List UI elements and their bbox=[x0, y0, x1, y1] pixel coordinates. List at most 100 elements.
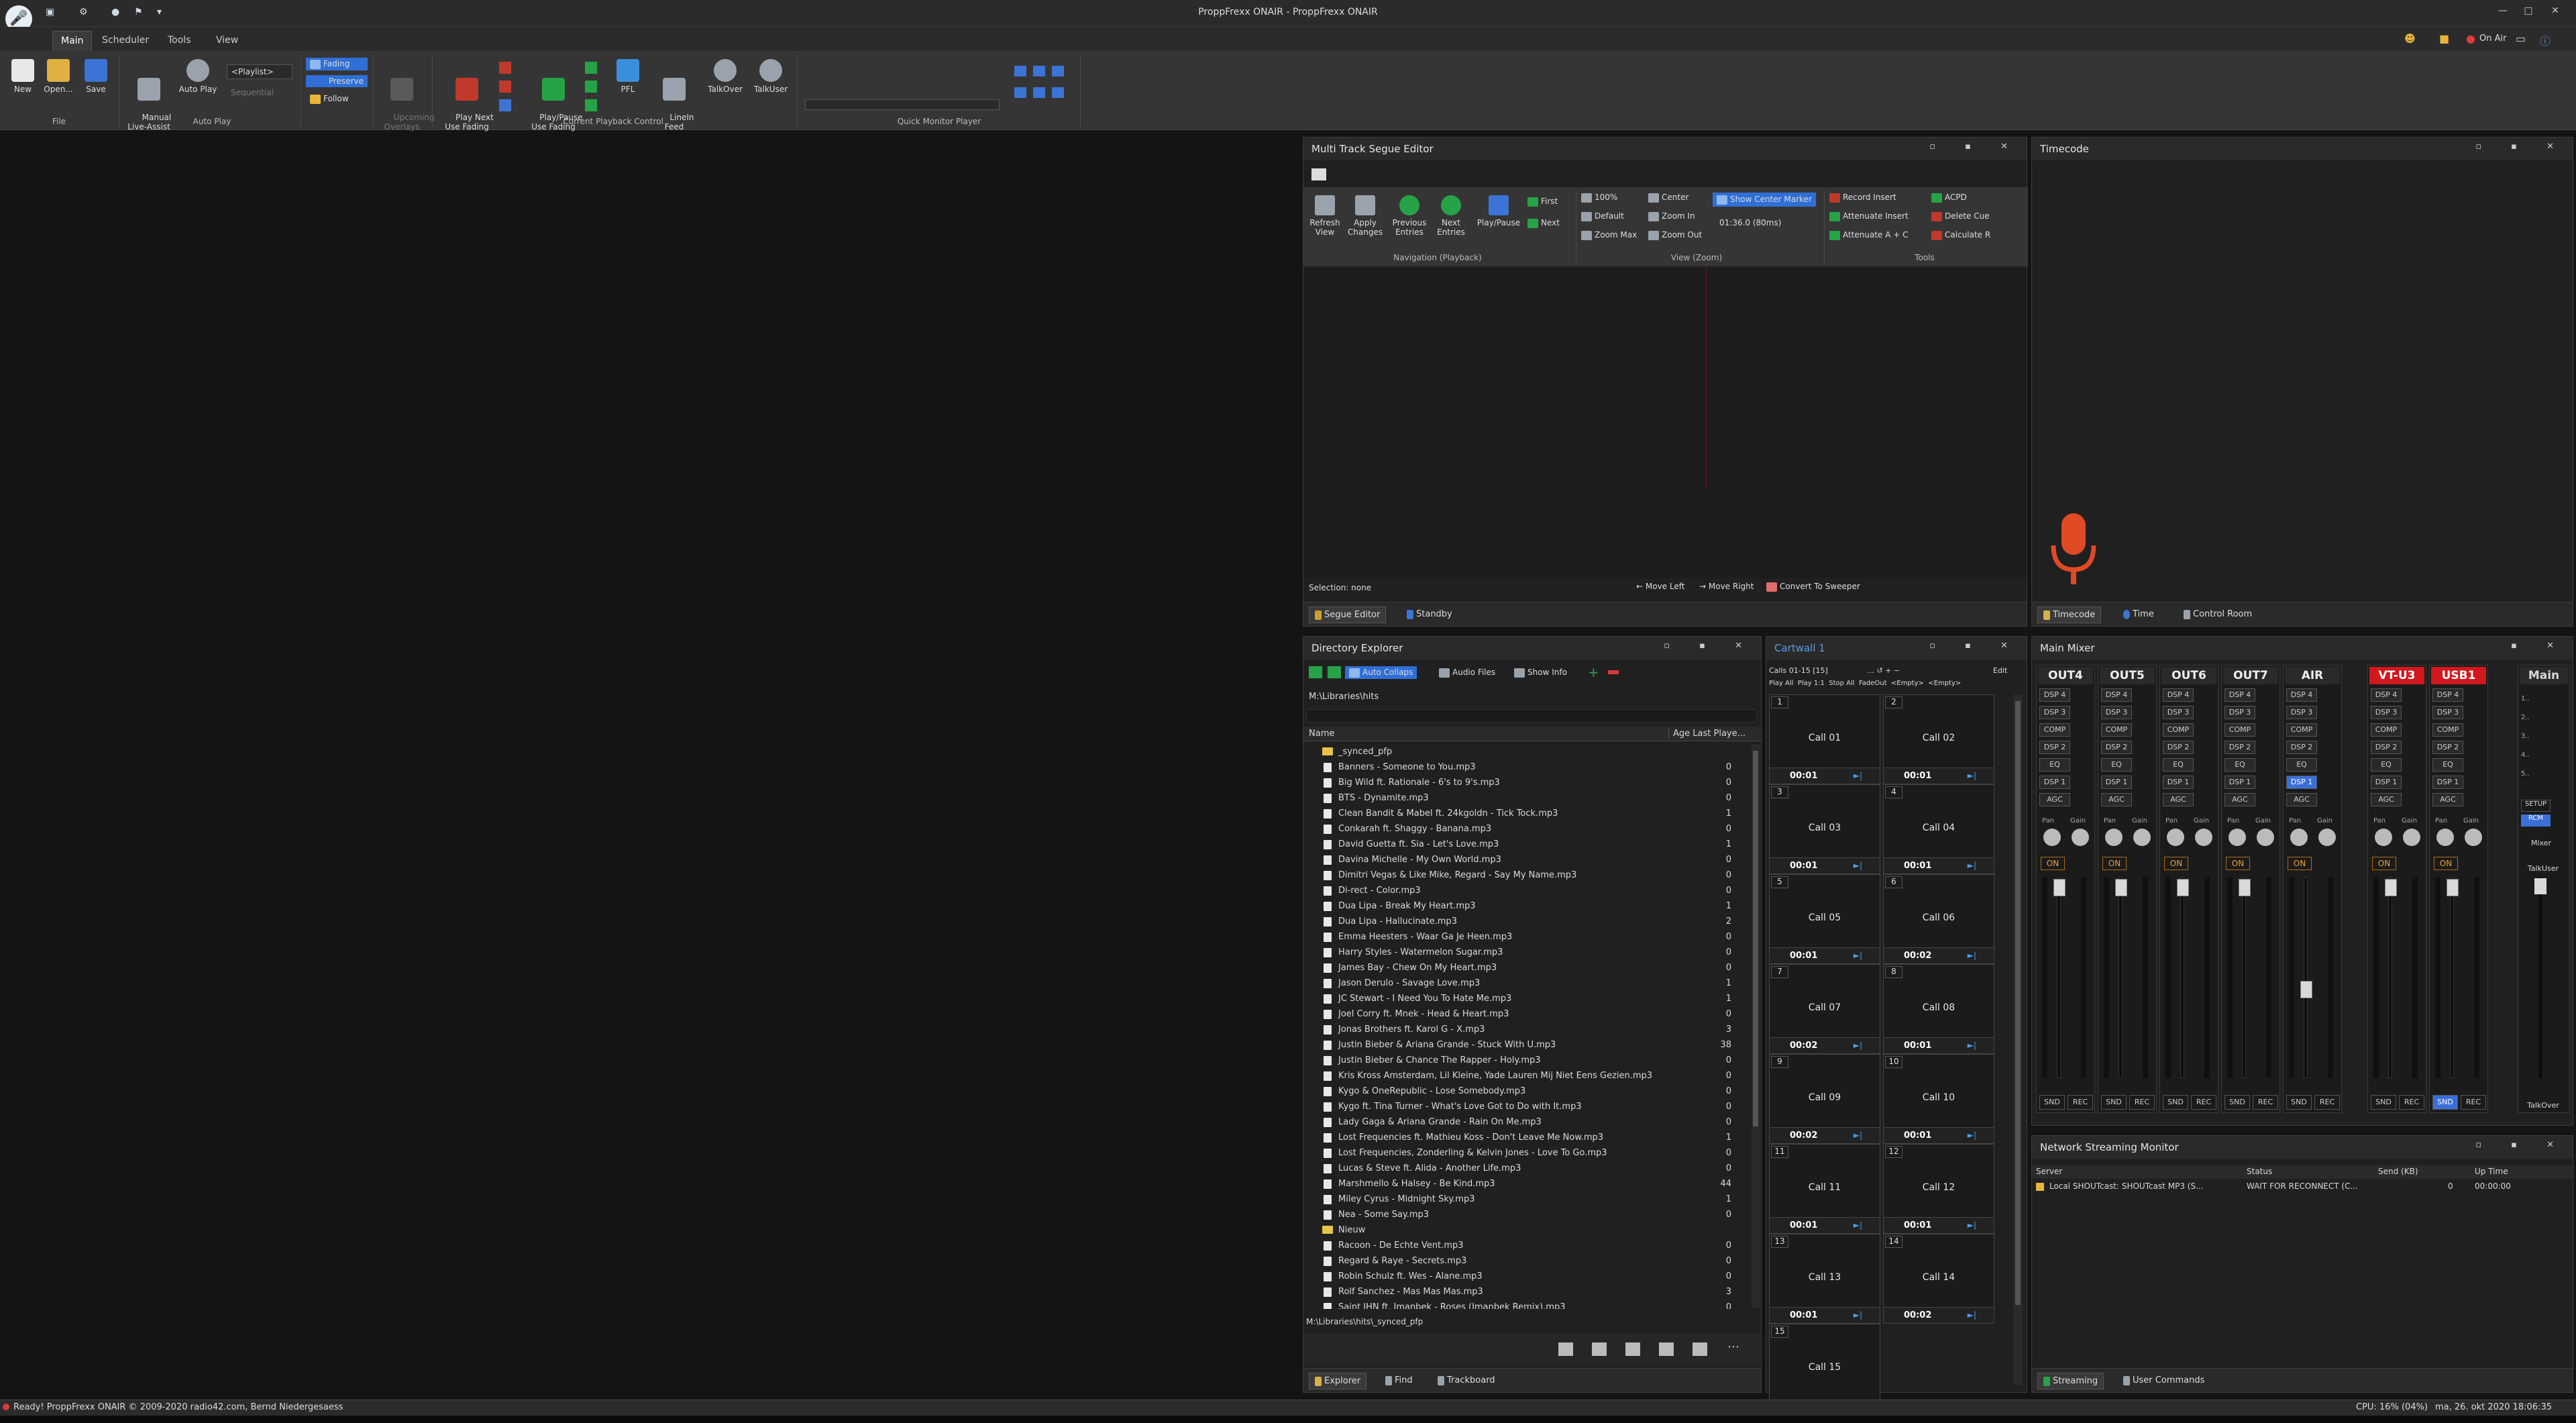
cart-cell[interactable]: 1 Call 01 00:01 ►| bbox=[1769, 694, 1880, 784]
attenuate-ac-button[interactable]: Attenuate A + C bbox=[1829, 230, 1909, 240]
tab-trackboard[interactable]: Trackboard bbox=[1432, 1373, 1501, 1388]
setup-button[interactable]: SETUP bbox=[2521, 800, 2551, 812]
file-row[interactable]: Lost Frequencies ft. Mathieu Koss - Don'… bbox=[1303, 1130, 1750, 1145]
segue-menu-icon[interactable] bbox=[1311, 168, 1326, 180]
snd-button[interactable]: SND bbox=[2039, 1095, 2065, 1110]
file-row[interactable]: Lucas & Steve ft. Alida - Another Life.m… bbox=[1303, 1161, 1750, 1176]
insert-slot[interactable]: DSP 4 bbox=[2371, 688, 2402, 702]
insert-slot[interactable]: DSP 3 bbox=[2101, 706, 2132, 719]
netmon-col-status[interactable]: Status bbox=[2247, 1167, 2272, 1176]
insert-slot[interactable]: DSP 1 bbox=[2039, 776, 2070, 789]
fader-cap[interactable] bbox=[2447, 879, 2459, 896]
insert-slot[interactable]: EQ bbox=[2224, 758, 2255, 772]
cart-play-icon[interactable]: ►| bbox=[1968, 771, 1976, 780]
file-row[interactable]: Lost Frequencies, Zonderling & Kelvin Jo… bbox=[1303, 1145, 1750, 1161]
tab-segue-editor[interactable]: Segue Editor bbox=[1309, 607, 1387, 623]
insert-slot[interactable]: COMP bbox=[2371, 723, 2402, 737]
preview-btn-5-icon[interactable] bbox=[1693, 1342, 1707, 1356]
cartwall-range[interactable]: Calls 01-15 [15] bbox=[1769, 666, 1828, 675]
insert-slot[interactable]: AGC bbox=[2101, 793, 2132, 806]
tab-scheduler[interactable]: Scheduler bbox=[94, 31, 157, 51]
preview-btn-2-icon[interactable] bbox=[1592, 1342, 1607, 1356]
fader-cap[interactable] bbox=[2385, 879, 2397, 896]
insert-slot[interactable]: DSP 4 bbox=[2101, 688, 2132, 702]
on-button[interactable]: ON bbox=[2041, 857, 2065, 870]
gain-knob[interactable] bbox=[2133, 829, 2151, 846]
insert-slot[interactable]: DSP 2 bbox=[2039, 741, 2070, 754]
play-green-3-icon[interactable] bbox=[585, 99, 597, 111]
fader-track[interactable] bbox=[2057, 877, 2061, 1078]
rec-button[interactable]: REC bbox=[2191, 1095, 2216, 1110]
cart-play-icon[interactable]: ►| bbox=[1968, 1130, 1976, 1140]
insert-slot[interactable]: DSP 2 bbox=[2432, 741, 2463, 754]
insert-slot[interactable]: DSP 3 bbox=[2286, 706, 2317, 719]
snd-button[interactable]: SND bbox=[2432, 1095, 2458, 1110]
close-button[interactable]: ✕ bbox=[2545, 5, 2565, 20]
tab-tools[interactable]: Tools bbox=[160, 31, 199, 51]
pan-knob[interactable] bbox=[2105, 829, 2123, 846]
talkuser-label[interactable]: TalkUser bbox=[2520, 864, 2567, 873]
insert-slot[interactable]: DSP 4 bbox=[2286, 688, 2317, 702]
insert-slot[interactable]: COMP bbox=[2432, 723, 2463, 737]
record-insert-button[interactable]: Record Insert bbox=[1829, 193, 1896, 203]
cart-cell[interactable]: 13 Call 13 00:01 ►| bbox=[1769, 1234, 1880, 1324]
manual-live-assist-button[interactable]: Manual Live-Assist bbox=[125, 59, 173, 141]
gain-knob[interactable] bbox=[2403, 829, 2420, 846]
file-row[interactable]: Rolf Sanchez - Mas Mas Mas.mp3 3 bbox=[1303, 1284, 1750, 1300]
preview-btn-3-icon[interactable] bbox=[1625, 1342, 1640, 1356]
play-next-button[interactable]: Play Next Use Fading bbox=[439, 59, 495, 141]
insert-slot[interactable]: COMP bbox=[2039, 723, 2070, 737]
insert-slot[interactable]: AGC bbox=[2163, 793, 2194, 806]
snd-button[interactable]: SND bbox=[2101, 1095, 2127, 1110]
on-button[interactable]: ON bbox=[2434, 857, 2458, 870]
insert-slot[interactable]: DSP 3 bbox=[2371, 706, 2402, 719]
gain-knob[interactable] bbox=[2195, 829, 2212, 846]
explorer-home-icon[interactable] bbox=[1309, 666, 1322, 678]
cart-play-icon[interactable]: ►| bbox=[1854, 1041, 1862, 1050]
on-button[interactable]: ON bbox=[2164, 857, 2188, 870]
audio-files-toggle[interactable]: Audio Files bbox=[1439, 668, 1495, 678]
move-right-button[interactable]: → Move Right bbox=[1699, 582, 1754, 591]
insert-slot[interactable]: DSP 1 bbox=[2163, 776, 2194, 789]
file-row[interactable]: BTS - Dynamite.mp3 0 bbox=[1303, 790, 1750, 806]
main-fader-track[interactable] bbox=[2534, 877, 2546, 1078]
preserve-toggle[interactable]: Preserve bbox=[306, 75, 368, 87]
monitor-eject-icon[interactable] bbox=[1052, 87, 1064, 98]
segue-play-pause-button[interactable]: Play/Pause bbox=[1474, 195, 1523, 227]
segue-next-button[interactable]: Next bbox=[1527, 218, 1560, 228]
cart-play-icon[interactable]: ►| bbox=[1854, 951, 1862, 960]
loop-blue-icon[interactable] bbox=[499, 99, 511, 111]
file-row[interactable]: Clean Bandit & Mabel ft. 24kgoldn - Tick… bbox=[1303, 806, 1750, 821]
rec-button[interactable]: REC bbox=[2068, 1095, 2093, 1110]
follow-toggle[interactable]: Follow bbox=[306, 93, 368, 105]
pan-knob[interactable] bbox=[2436, 829, 2454, 846]
cart-play-icon[interactable]: ►| bbox=[1854, 1130, 1862, 1140]
file-row[interactable]: Di-rect - Color.mp3 0 bbox=[1303, 883, 1750, 898]
move-left-button[interactable]: ← Move Left bbox=[1636, 582, 1684, 591]
auto-play-button[interactable]: Auto Play bbox=[176, 59, 220, 94]
auto-collapse-toggle[interactable]: Auto Collaps bbox=[1345, 666, 1417, 679]
insert-slot[interactable]: AGC bbox=[2432, 793, 2463, 806]
next-entries-button[interactable]: Next Entries bbox=[1431, 195, 1471, 237]
cue-red-icon[interactable] bbox=[499, 62, 511, 74]
cart-play-icon[interactable]: ►| bbox=[1968, 861, 1976, 870]
fader-track[interactable] bbox=[2450, 877, 2454, 1078]
gain-knob[interactable] bbox=[2072, 829, 2089, 846]
sequential-select[interactable]: Sequential bbox=[227, 86, 292, 101]
pan-knob[interactable] bbox=[2043, 829, 2061, 846]
file-row[interactable]: Jonas Brothers ft. Karol G - X.mp3 3 bbox=[1303, 1022, 1750, 1037]
insert-slot[interactable]: EQ bbox=[2163, 758, 2194, 772]
fader-track[interactable] bbox=[2242, 877, 2246, 1078]
monitor-pause-icon[interactable] bbox=[1033, 66, 1045, 76]
help-icon[interactable]: ⓘ bbox=[2540, 32, 2551, 48]
netmon-col-server[interactable]: Server bbox=[2036, 1167, 2062, 1176]
rec-button[interactable]: REC bbox=[2314, 1095, 2340, 1110]
insert-slot[interactable]: EQ bbox=[2039, 758, 2070, 772]
insert-slot[interactable]: AGC bbox=[2286, 793, 2317, 806]
file-row[interactable]: Justin Bieber & Ariana Grande - Stuck Wi… bbox=[1303, 1037, 1750, 1053]
insert-slot[interactable]: COMP bbox=[2163, 723, 2194, 737]
insert-slot[interactable]: DSP 4 bbox=[2163, 688, 2194, 702]
cart-cell[interactable]: 12 Call 12 00:01 ►| bbox=[1883, 1144, 1994, 1234]
lock-icon[interactable]: ■ bbox=[2439, 32, 2451, 46]
zoom-default-button[interactable]: Default bbox=[1581, 211, 1624, 221]
